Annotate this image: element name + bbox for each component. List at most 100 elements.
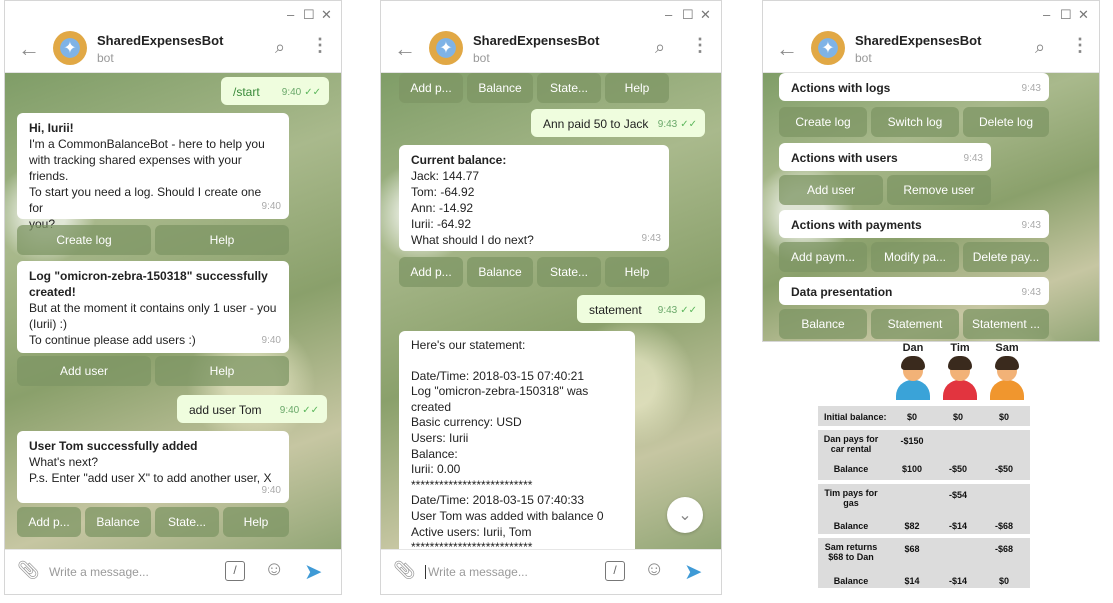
chevron-down-icon: ⌄: [678, 507, 692, 524]
help-button[interactable]: Help: [223, 507, 289, 537]
message-line: [411, 354, 623, 369]
balance-button[interactable]: Balance: [85, 507, 151, 537]
cell-value: -$54: [948, 490, 967, 500]
minimize-icon[interactable]: –: [1043, 7, 1050, 23]
minimize-icon[interactable]: –: [287, 7, 294, 23]
search-icon[interactable]: ⌕: [1035, 37, 1045, 58]
scroll-down-button[interactable]: ⌄: [667, 497, 703, 533]
cell-value: $82: [904, 521, 920, 531]
statement-button[interactable]: State...: [537, 73, 601, 103]
bot-command-icon[interactable]: /: [605, 561, 625, 581]
bot-name: SharedExpensesBot: [97, 33, 224, 48]
person-name: Tim: [950, 342, 970, 354]
remove-user-button[interactable]: Remove user: [887, 175, 991, 205]
help-button[interactable]: Help: [155, 356, 289, 386]
back-arrow-icon[interactable]: ←: [18, 36, 40, 62]
add-user-button[interactable]: Add user: [779, 175, 883, 205]
back-arrow-icon[interactable]: ←: [394, 36, 416, 62]
table-row: Sam returns $68 to Dan $68 -$68 Balance …: [818, 538, 1030, 590]
add-payment-button[interactable]: Add p...: [17, 507, 81, 537]
help-button[interactable]: Help: [605, 257, 669, 287]
message-time: 9:40: [279, 405, 300, 416]
message-line: Users: Iurii: [411, 430, 469, 445]
outgoing-message: /start 9:40 ✓✓: [221, 77, 329, 105]
create-log-button[interactable]: Create log: [17, 225, 151, 255]
delete-log-button[interactable]: Delete log: [963, 107, 1049, 137]
outgoing-message: Ann paid 50 to Jack 9:43 ✓✓: [531, 109, 705, 137]
balance-button[interactable]: Balance: [467, 73, 533, 103]
person-name: Sam: [995, 342, 1019, 354]
message-time: 9:40: [261, 485, 281, 496]
minimize-icon[interactable]: –: [665, 7, 672, 23]
statement-button[interactable]: State...: [155, 507, 219, 537]
send-icon[interactable]: ➤: [684, 559, 702, 585]
message-line: What should I do next?: [411, 233, 534, 247]
close-icon[interactable]: ✕: [321, 7, 332, 23]
message-line: Date/Time: 2018-03-15 07:40:21: [411, 368, 584, 383]
emoji-icon[interactable]: ☺: [264, 558, 284, 581]
add-user-button[interactable]: Add user: [17, 356, 151, 386]
row-label: Tim pays for gas: [824, 488, 878, 508]
balance-button[interactable]: Balance: [467, 257, 533, 287]
more-menu-icon[interactable]: ⋮: [311, 35, 329, 56]
delete-payment-button[interactable]: Delete pay...: [963, 242, 1049, 272]
create-log-button[interactable]: Create log: [779, 107, 867, 137]
search-icon[interactable]: ⌕: [275, 37, 285, 58]
row-label: Balance: [833, 521, 869, 531]
statement-file-button[interactable]: Statement ...: [963, 309, 1049, 339]
chat-area[interactable]: /start 9:40 ✓✓ Hi, Iurii! I'm a CommonBal…: [5, 73, 341, 549]
more-menu-icon[interactable]: ⋮: [691, 35, 709, 56]
bot-avatar[interactable]: ✦: [53, 31, 87, 65]
help-button[interactable]: Help: [605, 73, 669, 103]
message-title: Data presentation: [791, 285, 893, 299]
send-icon[interactable]: ➤: [304, 559, 322, 585]
help-button[interactable]: Help: [155, 225, 289, 255]
incoming-message: Actions with payments 9:43: [779, 210, 1049, 238]
balance-button[interactable]: Balance: [779, 309, 867, 339]
maximize-icon[interactable]: ☐: [682, 7, 694, 23]
bot-avatar[interactable]: ✦: [429, 31, 463, 65]
message-input[interactable]: Write a message...: [425, 565, 528, 579]
cell-value: -$68: [994, 544, 1013, 554]
switch-log-button[interactable]: Switch log: [871, 107, 959, 137]
close-icon[interactable]: ✕: [1078, 7, 1089, 23]
message-line: Ann: -14.92: [411, 201, 474, 215]
message-line: What's next?: [29, 455, 98, 469]
add-payment-button[interactable]: Add paym...: [779, 242, 867, 272]
search-icon[interactable]: ⌕: [655, 37, 665, 58]
close-icon[interactable]: ✕: [700, 7, 711, 23]
message-text: add user Tom: [189, 403, 262, 417]
message-time: 9:43: [641, 233, 661, 244]
emoji-icon[interactable]: ☺: [644, 558, 664, 581]
back-arrow-icon[interactable]: ←: [776, 36, 798, 62]
row-label: Initial balance:: [824, 412, 887, 422]
paperclip-icon[interactable]: 📎︎: [17, 560, 40, 581]
maximize-icon[interactable]: ☐: [303, 7, 315, 23]
statement-button[interactable]: State...: [537, 257, 601, 287]
chat-area[interactable]: Actions with logs 9:43 Create log Switch…: [763, 73, 1099, 341]
row-label: Dan pays for car rental: [823, 434, 879, 454]
cell-value: -$14: [948, 576, 967, 586]
add-payment-button[interactable]: Add p...: [399, 257, 463, 287]
chat-area[interactable]: Add p... Balance State... Help Ann paid …: [381, 73, 721, 549]
add-payment-button[interactable]: Add p...: [399, 73, 463, 103]
message-time: 9:40: [261, 335, 281, 346]
message-line: Balance:: [411, 446, 458, 461]
bot-command-icon[interactable]: /: [225, 561, 245, 581]
message-time: 9:43: [1021, 220, 1041, 231]
maximize-icon[interactable]: ☐: [1060, 7, 1072, 23]
person-avatar-icon: [989, 356, 1025, 400]
paperclip-icon[interactable]: 📎︎: [393, 560, 416, 581]
message-text: statement: [589, 303, 642, 317]
bot-avatar[interactable]: ✦: [811, 31, 845, 65]
message-input[interactable]: Write a message...: [49, 565, 149, 579]
message-line: with tracking shared expenses with your: [29, 153, 242, 167]
message-time: 9:43: [657, 119, 678, 130]
chat-header: ← ✦ SharedExpensesBot bot ⌕ ⋮: [763, 31, 1099, 73]
message-title: User Tom successfully added: [29, 439, 198, 453]
modify-payment-button[interactable]: Modify pa...: [871, 242, 959, 272]
message-time: 9:43: [963, 153, 983, 164]
more-menu-icon[interactable]: ⋮: [1071, 35, 1089, 56]
message-time: 9:43: [1021, 287, 1041, 298]
statement-button[interactable]: Statement: [871, 309, 959, 339]
